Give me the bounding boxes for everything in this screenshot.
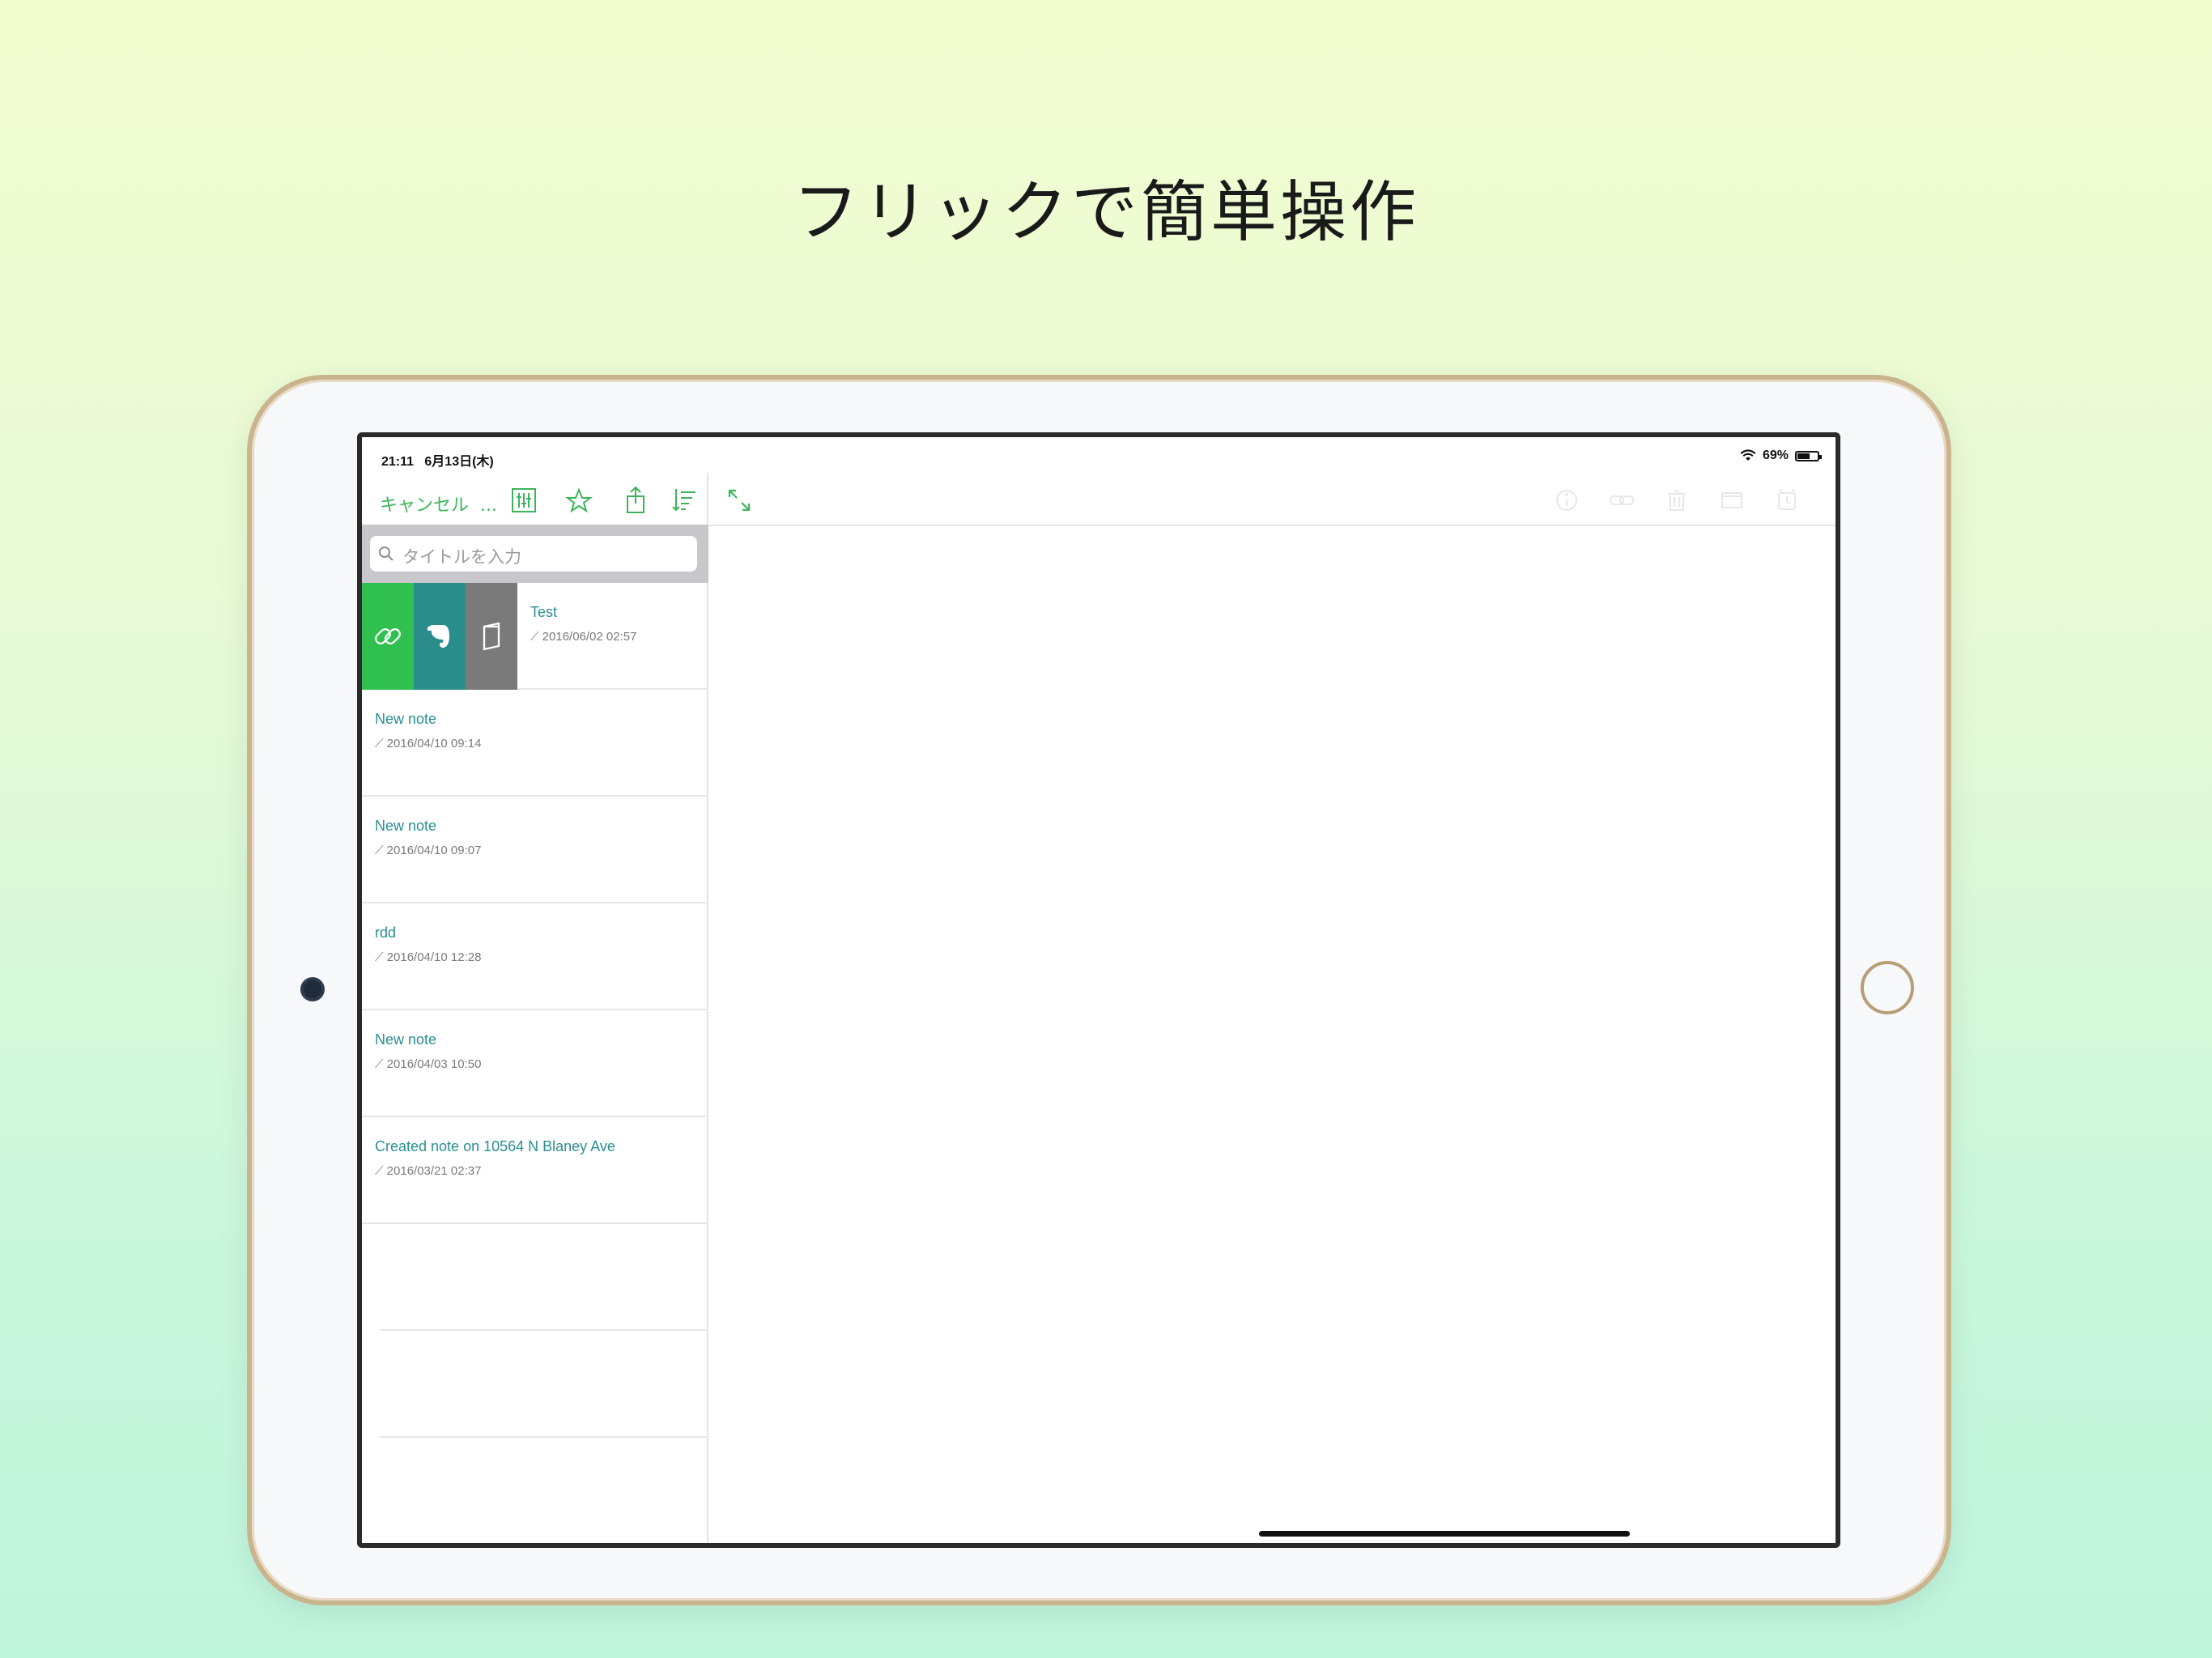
right-toolbar xyxy=(708,473,1836,526)
list-item[interactable]: New note ⟋ 2016/04/10 09:07 xyxy=(362,797,708,903)
note-title: New note xyxy=(375,711,437,727)
left-toolbar: キャンセル ... xyxy=(362,473,708,525)
cancel-button[interactable]: キャンセル ... xyxy=(380,491,497,517)
search-bar: タイトルを入力 xyxy=(362,525,708,583)
note-title: Created note on 10564 N Blaney Ave xyxy=(375,1138,615,1154)
evernote-icon xyxy=(428,625,449,648)
home-button[interactable] xyxy=(1861,961,1914,1014)
search-placeholder: タイトルを入力 xyxy=(402,547,521,567)
share-icon[interactable] xyxy=(619,484,652,517)
note-date: ⟋ 2016/04/10 12:28 xyxy=(375,950,482,964)
note-date-text: 2016/03/21 02:37 xyxy=(386,1164,482,1178)
note-date-text: 2016/04/10 12:28 xyxy=(386,950,482,964)
expand-icon[interactable] xyxy=(726,487,752,513)
camera-icon xyxy=(304,980,321,998)
device-screen: 21:11 6月13日(木) 69% キャンセル ... タイトルを入力 Tes… xyxy=(357,432,1840,1548)
alarm-icon[interactable] xyxy=(1774,487,1800,513)
cancel-label: キャンセル xyxy=(380,495,470,516)
note-editor-pane xyxy=(708,473,1836,1543)
notebook-icon xyxy=(483,622,500,651)
note-date: ⟋ 2016/06/02 02:57 xyxy=(530,630,637,644)
note-date: ⟋ 2016/04/10 09:14 xyxy=(375,737,482,750)
window-icon[interactable] xyxy=(1719,487,1745,513)
list-item[interactable]: New note ⟋ 2016/04/10 09:14 xyxy=(362,690,708,797)
swipe-link-button[interactable] xyxy=(362,583,414,690)
note-title: New note xyxy=(375,1031,437,1048)
note-title: Test xyxy=(530,604,558,620)
trash-icon[interactable] xyxy=(1664,487,1690,513)
status-time: 21:11 6月13日(木) xyxy=(381,450,494,470)
info-icon[interactable] xyxy=(1554,487,1580,513)
link-icon[interactable] xyxy=(1609,487,1635,513)
status-date-text: 6月13日(木) xyxy=(424,455,494,469)
status-bar: 21:11 6月13日(木) 69% xyxy=(362,437,1836,473)
swipe-notebook-button[interactable] xyxy=(466,583,517,690)
home-indicator[interactable] xyxy=(1259,1531,1630,1537)
note-list-pane: キャンセル ... タイトルを入力 Test ⟋ 2016/06/02 02:5… xyxy=(362,473,708,1543)
list-item[interactable]: Created note on 10564 N Blaney Ave ⟋ 201… xyxy=(362,1117,708,1224)
note-date: ⟋ 2016/04/03 10:50 xyxy=(375,1057,482,1071)
battery-icon xyxy=(1795,450,1822,461)
list-item[interactable]: New note ⟋ 2016/04/03 10:50 xyxy=(362,1010,708,1117)
empty-row xyxy=(380,1331,708,1438)
search-icon xyxy=(379,546,393,561)
more-label: ... xyxy=(480,495,497,516)
headline: フリックで簡単操作 xyxy=(792,174,1419,251)
note-date-text: 2016/04/03 10:50 xyxy=(386,1057,482,1071)
swipe-actions xyxy=(362,583,517,690)
note-date: ⟋ 2016/03/21 02:37 xyxy=(375,1164,482,1178)
star-icon[interactable] xyxy=(563,484,595,517)
wifi-icon xyxy=(1740,449,1756,461)
link-icon xyxy=(375,628,401,644)
sliders-icon[interactable] xyxy=(508,484,540,517)
sort-icon[interactable] xyxy=(668,484,700,517)
note-date-text: 2016/06/02 02:57 xyxy=(542,630,637,644)
battery-text: 69% xyxy=(1762,449,1789,462)
list-item[interactable]: rdd ⟋ 2016/04/10 12:28 xyxy=(362,903,708,1010)
note-date-text: 2016/04/10 09:07 xyxy=(386,844,482,857)
empty-row xyxy=(380,1224,708,1331)
note-date: ⟋ 2016/04/10 09:07 xyxy=(375,844,482,857)
swipe-evernote-button[interactable] xyxy=(414,583,466,690)
search-input[interactable]: タイトルを入力 xyxy=(370,536,697,572)
note-title: rdd xyxy=(375,925,397,941)
note-date-text: 2016/04/10 09:14 xyxy=(386,737,482,750)
note-title: New note xyxy=(375,818,437,834)
status-right: 69% xyxy=(1740,449,1822,463)
status-time-text: 21:11 xyxy=(381,455,415,469)
list-item[interactable]: Test ⟋ 2016/06/02 02:57 xyxy=(362,583,708,690)
